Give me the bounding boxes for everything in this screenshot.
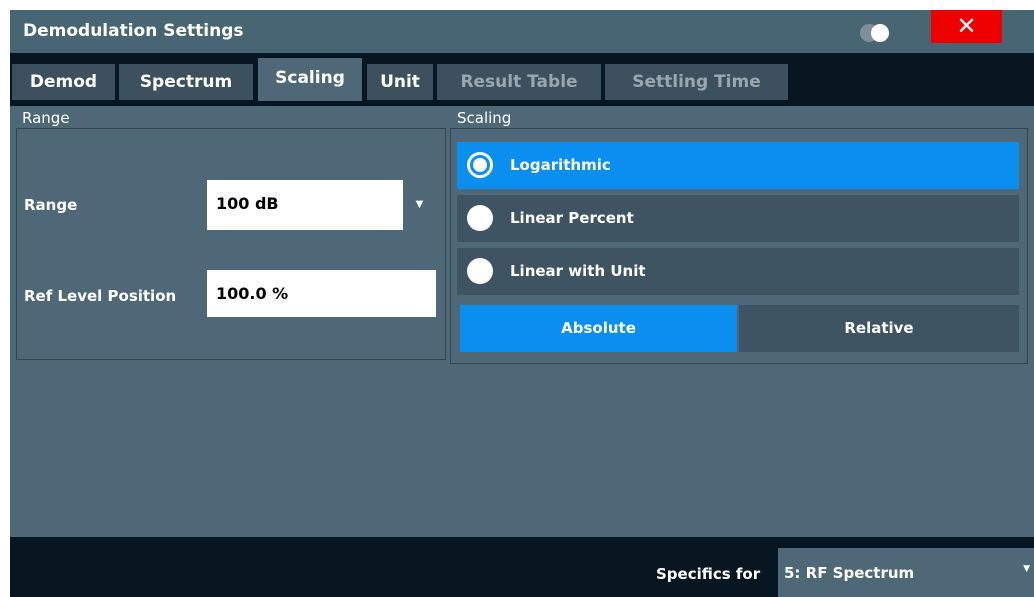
close-icon: ✕ bbox=[956, 12, 977, 40]
radio-unselected-icon bbox=[467, 205, 493, 231]
range-dropdown[interactable]: 100 dB ▼ bbox=[207, 180, 436, 230]
radio-label: Logarithmic bbox=[510, 156, 611, 174]
radio-logarithmic[interactable]: Logarithmic bbox=[457, 142, 1019, 189]
tab-settling-time[interactable]: Settling Time bbox=[605, 64, 788, 100]
radio-unselected-icon bbox=[467, 258, 493, 284]
range-group-title: Range bbox=[22, 109, 70, 127]
tab-bar: Demod Spectrum Scaling Unit Result Table… bbox=[10, 53, 1034, 108]
chevron-down-icon: ▼ bbox=[1023, 564, 1030, 574]
toggle-icon[interactable] bbox=[860, 24, 896, 42]
tab-scaling[interactable]: Scaling bbox=[258, 58, 362, 101]
specifics-for-label: Specifics for bbox=[656, 565, 761, 583]
scaling-group-title: Scaling bbox=[457, 109, 512, 127]
dialog-title: Demodulation Settings bbox=[23, 21, 244, 41]
ref-level-position-value: 100.0 % bbox=[216, 284, 289, 303]
demodulation-settings-dialog: Demodulation Settings ✕ Demod Spectrum S… bbox=[10, 10, 1034, 597]
absolute-button[interactable]: Absolute bbox=[460, 305, 737, 352]
tab-unit[interactable]: Unit bbox=[367, 64, 433, 100]
radio-label: Linear Percent bbox=[510, 209, 634, 227]
range-label: Range bbox=[24, 196, 78, 214]
specifics-for-dropdown[interactable]: 5: RF Spectrum ▼ bbox=[778, 548, 1034, 597]
tab-result-table[interactable]: Result Table bbox=[437, 64, 601, 100]
tab-spectrum[interactable]: Spectrum bbox=[119, 64, 253, 100]
range-value: 100 dB bbox=[216, 194, 279, 213]
radio-selected-icon bbox=[467, 152, 493, 178]
radio-linear-percent[interactable]: Linear Percent bbox=[457, 195, 1019, 242]
radio-label: Linear with Unit bbox=[510, 262, 646, 280]
ref-level-position-field[interactable]: 100.0 % bbox=[207, 270, 436, 317]
close-button[interactable]: ✕ bbox=[931, 10, 1002, 43]
chevron-down-icon: ▼ bbox=[403, 180, 436, 230]
range-group bbox=[16, 128, 446, 360]
title-bar: Demodulation Settings ✕ bbox=[10, 10, 1034, 53]
specifics-for-value: 5: RF Spectrum bbox=[784, 564, 915, 582]
radio-linear-with-unit[interactable]: Linear with Unit bbox=[457, 248, 1019, 295]
ref-level-position-label: Ref Level Position bbox=[24, 287, 177, 305]
relative-button[interactable]: Relative bbox=[739, 305, 1019, 352]
tab-demod[interactable]: Demod bbox=[12, 64, 115, 100]
